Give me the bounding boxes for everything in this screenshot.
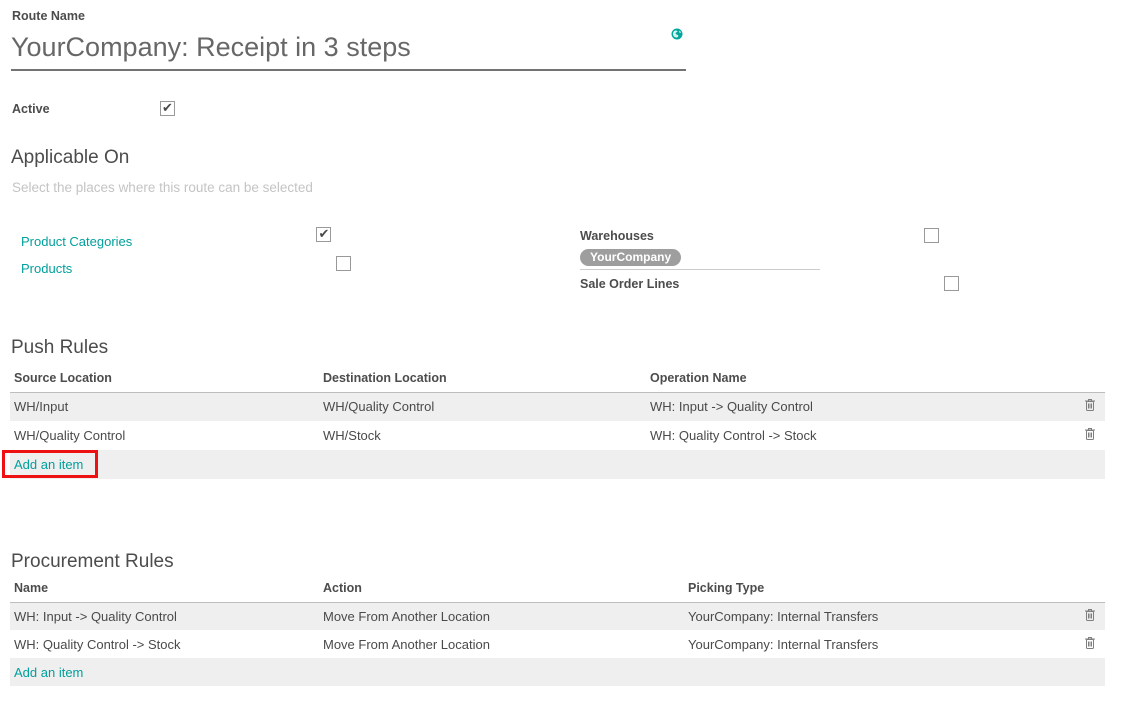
table-header-row: Source Location Destination Location Ope… [10, 368, 1105, 392]
cell-name[interactable]: WH: Quality Control -> Stock [10, 630, 319, 658]
push-rules-title: Push Rules [11, 337, 108, 359]
col-picking-type[interactable]: Picking Type [684, 578, 1051, 602]
cell-destination-location[interactable]: WH/Stock [319, 421, 646, 450]
procurement-rules-add-an-item-link[interactable]: Add an item [14, 665, 83, 680]
table-row: WH: Input -> Quality Control Move From A… [10, 602, 1105, 630]
col-actions [1051, 578, 1105, 602]
warehouse-tag: YourCompany [580, 249, 681, 266]
push-rules-table: Source Location Destination Location Ope… [10, 368, 1105, 479]
col-name[interactable]: Name [10, 578, 319, 602]
sale-order-lines-checkbox[interactable] [944, 276, 959, 291]
products-link[interactable]: Products [21, 261, 72, 276]
trash-icon[interactable] [1084, 398, 1096, 412]
warehouse-tags-field[interactable]: YourCompany [580, 248, 820, 270]
cell-source-location[interactable]: WH/Input [10, 392, 319, 421]
products-checkbox[interactable] [336, 256, 351, 271]
cell-name[interactable]: WH: Input -> Quality Control [10, 602, 319, 630]
product-categories-link[interactable]: Product Categories [21, 234, 132, 249]
table-row: WH/Quality Control WH/Stock WH: Quality … [10, 421, 1105, 450]
col-destination-location[interactable]: Destination Location [319, 368, 646, 392]
applicable-on-title: Applicable On [11, 147, 129, 169]
warehouses-label: Warehouses [580, 229, 654, 243]
product-categories-checkbox[interactable] [316, 227, 331, 242]
cell-source-location[interactable]: WH/Quality Control [10, 421, 319, 450]
table-header-row: Name Action Picking Type [10, 578, 1105, 602]
col-actions [1051, 368, 1105, 392]
table-row: WH/Input WH/Quality Control WH: Input ->… [10, 392, 1105, 421]
translate-globe-icon[interactable] [671, 27, 683, 45]
cell-picking-type[interactable]: YourCompany: Internal Transfers [684, 630, 1051, 658]
route-name-field[interactable]: YourCompany: Receipt in 3 steps [11, 30, 686, 71]
active-checkbox[interactable] [160, 101, 175, 116]
sale-order-lines-label: Sale Order Lines [580, 277, 679, 291]
cell-action[interactable]: Move From Another Location [319, 602, 684, 630]
trash-icon[interactable] [1084, 427, 1096, 441]
cell-operation-name[interactable]: WH: Quality Control -> Stock [646, 421, 1051, 450]
trash-icon[interactable] [1084, 608, 1096, 622]
trash-icon[interactable] [1084, 636, 1096, 650]
add-item-row: Add an item [10, 450, 1105, 479]
add-item-row: Add an item [10, 658, 1105, 686]
applicable-on-subtitle: Select the places where this route can b… [12, 180, 313, 195]
procurement-rules-title: Procurement Rules [11, 551, 174, 573]
route-name-label: Route Name [12, 9, 85, 23]
col-operation-name[interactable]: Operation Name [646, 368, 1051, 392]
cell-action[interactable]: Move From Another Location [319, 630, 684, 658]
col-action[interactable]: Action [319, 578, 684, 602]
route-name-value[interactable]: YourCompany: Receipt in 3 steps [11, 30, 686, 64]
warehouses-checkbox[interactable] [924, 228, 939, 243]
table-row: WH: Quality Control -> Stock Move From A… [10, 630, 1105, 658]
cell-picking-type[interactable]: YourCompany: Internal Transfers [684, 602, 1051, 630]
procurement-rules-table: Name Action Picking Type WH: Input -> Qu… [10, 578, 1105, 686]
push-rules-add-an-item-link[interactable]: Add an item [14, 457, 83, 472]
active-label: Active [12, 102, 50, 116]
col-source-location[interactable]: Source Location [10, 368, 319, 392]
cell-destination-location[interactable]: WH/Quality Control [319, 392, 646, 421]
cell-operation-name[interactable]: WH: Input -> Quality Control [646, 392, 1051, 421]
